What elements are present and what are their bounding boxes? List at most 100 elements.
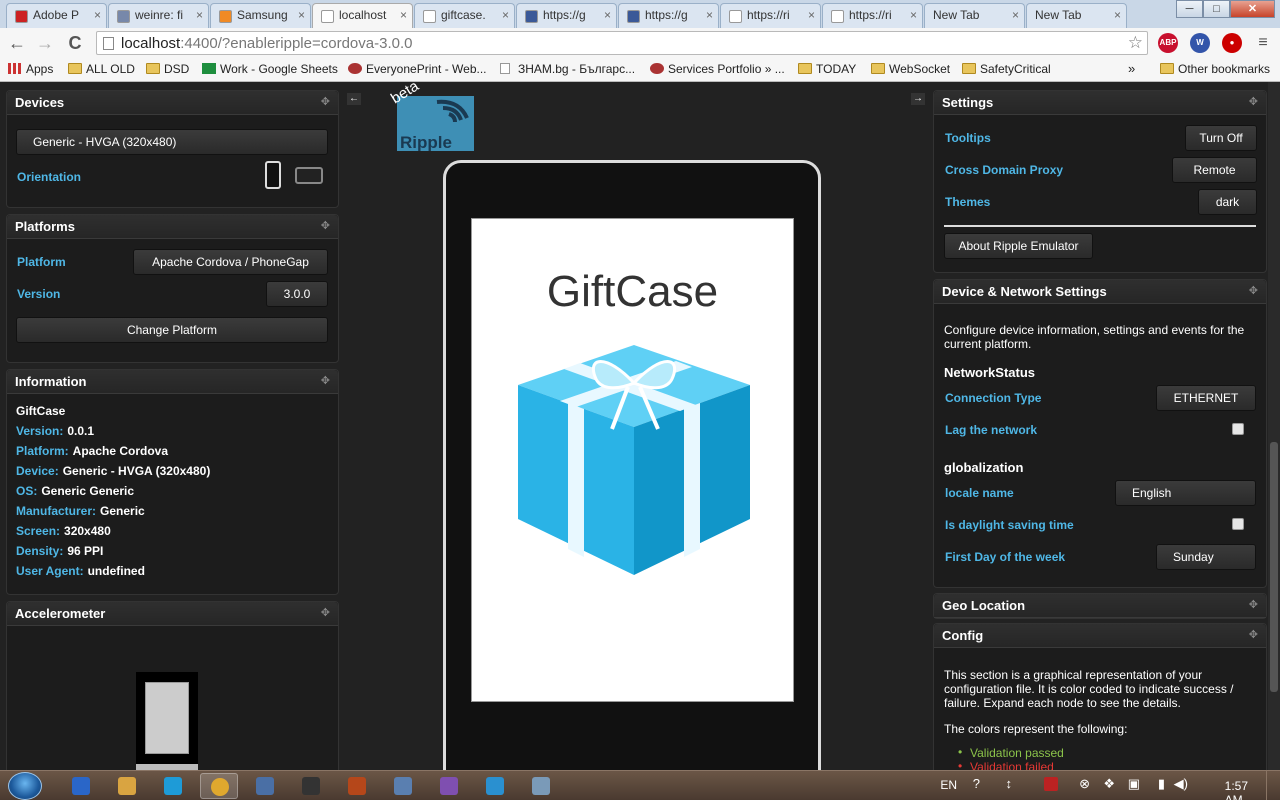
close-button[interactable]: ✕ — [1230, 0, 1275, 18]
page-scrollbar[interactable] — [1268, 82, 1280, 770]
forward-button[interactable]: → — [34, 32, 56, 54]
start-button[interactable] — [8, 772, 42, 800]
extension-icon[interactable]: W — [1190, 33, 1210, 53]
tab-close-icon[interactable]: × — [400, 8, 407, 22]
tab-4[interactable]: giftcase. × — [414, 3, 515, 28]
taskbar-button[interactable] — [430, 773, 468, 799]
proxy-select[interactable]: Remote — [1172, 157, 1257, 183]
taskbar-button[interactable] — [246, 773, 284, 799]
tab-0[interactable]: Adobe P × — [6, 3, 107, 28]
geo-location-panel[interactable]: Geo Location ✥ — [933, 593, 1267, 619]
notification-icon[interactable]: ▣ — [1128, 776, 1140, 792]
move-icon[interactable]: ✥ — [321, 374, 330, 387]
bookmark-item[interactable]: WebSocket — [871, 62, 950, 78]
about-ripple-button[interactable]: About Ripple Emulator — [944, 233, 1093, 259]
lag-network-checkbox[interactable] — [1232, 423, 1244, 435]
taskbar-button[interactable] — [338, 773, 376, 799]
bookmark-item[interactable]: DSD — [146, 62, 189, 78]
tab-close-icon[interactable]: × — [502, 8, 509, 22]
accelerometer-device[interactable] — [136, 672, 198, 782]
move-icon[interactable]: ✥ — [321, 219, 330, 232]
extension-icon[interactable]: ● — [1222, 33, 1242, 53]
information-title: Information — [15, 374, 87, 389]
change-platform-button[interactable]: Change Platform — [16, 317, 328, 343]
clock[interactable]: 1:57 AM — [1225, 779, 1248, 800]
taskbar-button[interactable] — [108, 773, 146, 799]
other-bookmarks[interactable]: Other bookmarks — [1160, 62, 1270, 78]
tab-10[interactable]: New Tab × — [1026, 3, 1127, 28]
taskbar-button[interactable] — [154, 773, 192, 799]
tab-9[interactable]: New Tab × — [924, 3, 1025, 28]
tooltips-toggle[interactable]: Turn Off — [1185, 125, 1257, 151]
locale-select[interactable]: English — [1115, 480, 1256, 506]
tab-1[interactable]: weinre: fi × — [108, 3, 209, 28]
bookmark-item[interactable]: ЗНАМ.bg - Българс... — [500, 62, 635, 78]
tab-close-icon[interactable]: × — [1114, 8, 1121, 22]
taskbar-button[interactable] — [384, 773, 422, 799]
move-icon[interactable]: ✥ — [321, 606, 330, 619]
move-icon[interactable]: ✥ — [1249, 284, 1258, 297]
volume-icon[interactable]: ◀) — [1174, 776, 1188, 792]
bookmark-item[interactable]: EveryonePrint - Web... — [348, 62, 487, 78]
taskbar-button[interactable] — [62, 773, 100, 799]
app-tray-icon[interactable] — [1044, 777, 1058, 791]
tab-5[interactable]: https://g × — [516, 3, 617, 28]
show-desktop-button[interactable] — [1266, 771, 1280, 800]
tab-close-icon[interactable]: × — [1012, 8, 1019, 22]
tab-close-icon[interactable]: × — [196, 8, 203, 22]
bookmark-item[interactable]: Apps — [8, 62, 53, 78]
scrollbar-thumb[interactable] — [1270, 442, 1278, 692]
bookmarks-overflow-button[interactable]: » — [1128, 61, 1135, 77]
menu-icon[interactable]: ≡ — [1252, 32, 1274, 54]
network-error-icon[interactable]: ⊗ — [1079, 776, 1090, 792]
tab-2[interactable]: Samsung × — [210, 3, 311, 28]
move-icon[interactable]: ✥ — [1249, 628, 1258, 641]
taskbar-button[interactable] — [200, 773, 238, 799]
bookmark-star-icon[interactable]: ☆ — [1128, 33, 1143, 53]
taskbar-button[interactable] — [476, 773, 514, 799]
tab-close-icon[interactable]: × — [706, 8, 713, 22]
tab-close-icon[interactable]: × — [94, 8, 101, 22]
bookmark-item[interactable]: Services Portfolio » ... — [650, 62, 785, 78]
tab-close-icon[interactable]: × — [910, 8, 917, 22]
tab-3[interactable]: localhost × — [312, 3, 413, 28]
landscape-icon[interactable] — [295, 167, 323, 184]
minimize-button[interactable]: ─ — [1176, 0, 1203, 18]
tab-close-icon[interactable]: × — [298, 8, 305, 22]
taskbar-button[interactable] — [292, 773, 330, 799]
taskbar-button[interactable] — [522, 773, 560, 799]
cursor-icon[interactable]: ↕ — [1006, 776, 1013, 791]
reload-button[interactable]: C — [64, 32, 86, 54]
collapse-left-button[interactable]: ← — [347, 93, 361, 105]
language-indicator[interactable]: EN — [940, 778, 957, 792]
portrait-icon[interactable] — [265, 161, 281, 189]
tab-close-icon[interactable]: × — [808, 8, 815, 22]
version-select[interactable]: 3.0.0 — [266, 281, 328, 307]
bookmark-item[interactable]: ALL OLD — [68, 62, 135, 78]
address-bar[interactable]: localhost:4400/?enableripple=cordova-3.0… — [96, 31, 1148, 55]
maximize-button[interactable]: □ — [1203, 0, 1230, 18]
dropbox-icon[interactable]: ❖ — [1103, 776, 1115, 792]
tab-close-icon[interactable]: × — [604, 8, 611, 22]
collapse-right-button[interactable]: → — [911, 93, 925, 105]
move-icon[interactable]: ✥ — [321, 95, 330, 108]
bookmark-item[interactable]: Work - Google Sheets — [202, 62, 338, 78]
extension-icon[interactable]: ABP — [1158, 33, 1178, 53]
device-screen[interactable]: GiftCase — [471, 218, 794, 702]
move-icon[interactable]: ✥ — [1249, 95, 1258, 108]
back-button[interactable]: ← — [6, 32, 28, 54]
bookmark-item[interactable]: TODAY — [798, 62, 856, 78]
tab-7[interactable]: https://ri × — [720, 3, 821, 28]
platform-select[interactable]: Apache Cordova / PhoneGap — [133, 249, 328, 275]
themes-select[interactable]: dark — [1198, 189, 1257, 215]
daylight-saving-checkbox[interactable] — [1232, 518, 1244, 530]
move-icon[interactable]: ✥ — [1249, 598, 1258, 611]
connection-type-select[interactable]: ETHERNET — [1156, 385, 1256, 411]
signal-icon[interactable]: ▮ — [1158, 776, 1165, 792]
device-select[interactable]: Generic - HVGA (320x480) — [16, 129, 328, 155]
first-day-select[interactable]: Sunday — [1156, 544, 1256, 570]
bookmark-item[interactable]: SafetyCritical — [962, 62, 1051, 78]
tab-6[interactable]: https://g × — [618, 3, 719, 28]
help-icon[interactable]: ? — [973, 776, 980, 791]
tab-8[interactable]: https://ri × — [822, 3, 923, 28]
